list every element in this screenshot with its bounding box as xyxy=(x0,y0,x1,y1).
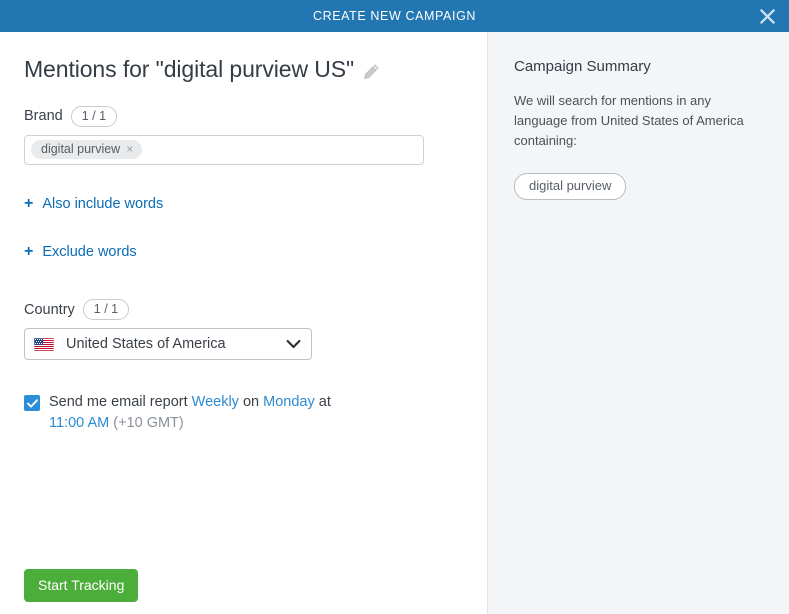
exclude-words-link[interactable]: + Exclude words xyxy=(24,242,137,260)
include-words-row: + Also include words xyxy=(24,195,463,213)
country-block: Country 1 / 1 United States of America xyxy=(24,298,463,361)
email-report-checkbox[interactable] xyxy=(24,395,40,412)
email-report-text: Send me email report Weekly on Monday at… xyxy=(49,392,354,434)
modal-title: CREATE NEW CAMPAIGN xyxy=(312,9,477,23)
email-time-link[interactable]: 11:00 AM xyxy=(49,415,109,431)
email-report-on: on xyxy=(242,394,260,411)
country-label: Country xyxy=(24,301,75,318)
country-select[interactable]: United States of America xyxy=(24,328,312,361)
campaign-form-pane: Mentions for "digital purview US" Brand … xyxy=(0,32,487,614)
email-report-at: at xyxy=(318,394,331,411)
campaign-summary-title: Campaign Summary xyxy=(514,58,651,75)
modal-header: CREATE NEW CAMPAIGN xyxy=(0,0,789,32)
brand-label: Brand xyxy=(24,108,63,125)
brand-tag-chip[interactable]: digital purview × xyxy=(31,140,143,160)
plus-icon: + xyxy=(24,242,34,260)
remove-tag-icon[interactable]: × xyxy=(126,143,133,155)
page-title-row: Mentions for "digital purview US" xyxy=(24,56,463,84)
plus-icon: + xyxy=(24,194,34,212)
country-select-value: United States of America xyxy=(66,336,226,353)
exclude-words-row: + Exclude words xyxy=(24,243,463,261)
pencil-icon[interactable] xyxy=(363,63,380,80)
brand-count-badge: 1 / 1 xyxy=(70,105,118,127)
start-tracking-button[interactable]: Start Tracking xyxy=(24,569,139,602)
brand-tag-label: digital purview xyxy=(41,142,121,157)
email-frequency-link[interactable]: Weekly xyxy=(192,394,239,410)
us-flag-icon xyxy=(34,337,54,351)
campaign-summary-description: We will search for mentions in any langu… xyxy=(514,93,744,149)
email-report-row: Send me email report Weekly on Monday at… xyxy=(24,392,354,434)
exclude-words-label: Exclude words xyxy=(42,243,137,260)
email-timezone: (+10 GMT) xyxy=(113,415,184,432)
chevron-down-icon xyxy=(286,339,301,349)
summary-keyword-chip: digital purview xyxy=(514,173,627,201)
email-day-link[interactable]: Monday xyxy=(263,394,315,410)
modal-body: Mentions for "digital purview US" Brand … xyxy=(0,32,789,614)
email-report-prefix: Send me email report xyxy=(49,394,188,411)
country-count-badge: 1 / 1 xyxy=(82,298,130,321)
brand-label-row: Brand 1 / 1 xyxy=(24,105,463,127)
close-button[interactable] xyxy=(755,4,779,28)
country-label-row: Country 1 / 1 xyxy=(24,298,463,321)
also-include-words-link[interactable]: + Also include words xyxy=(24,194,164,212)
campaign-summary-pane: Campaign Summary We will search for ment… xyxy=(488,32,789,614)
also-include-words-label: Also include words xyxy=(42,195,164,212)
brand-tag-input[interactable]: digital purview × xyxy=(24,134,424,165)
close-icon xyxy=(759,8,776,25)
page-title: Mentions for "digital purview US" xyxy=(24,56,355,82)
